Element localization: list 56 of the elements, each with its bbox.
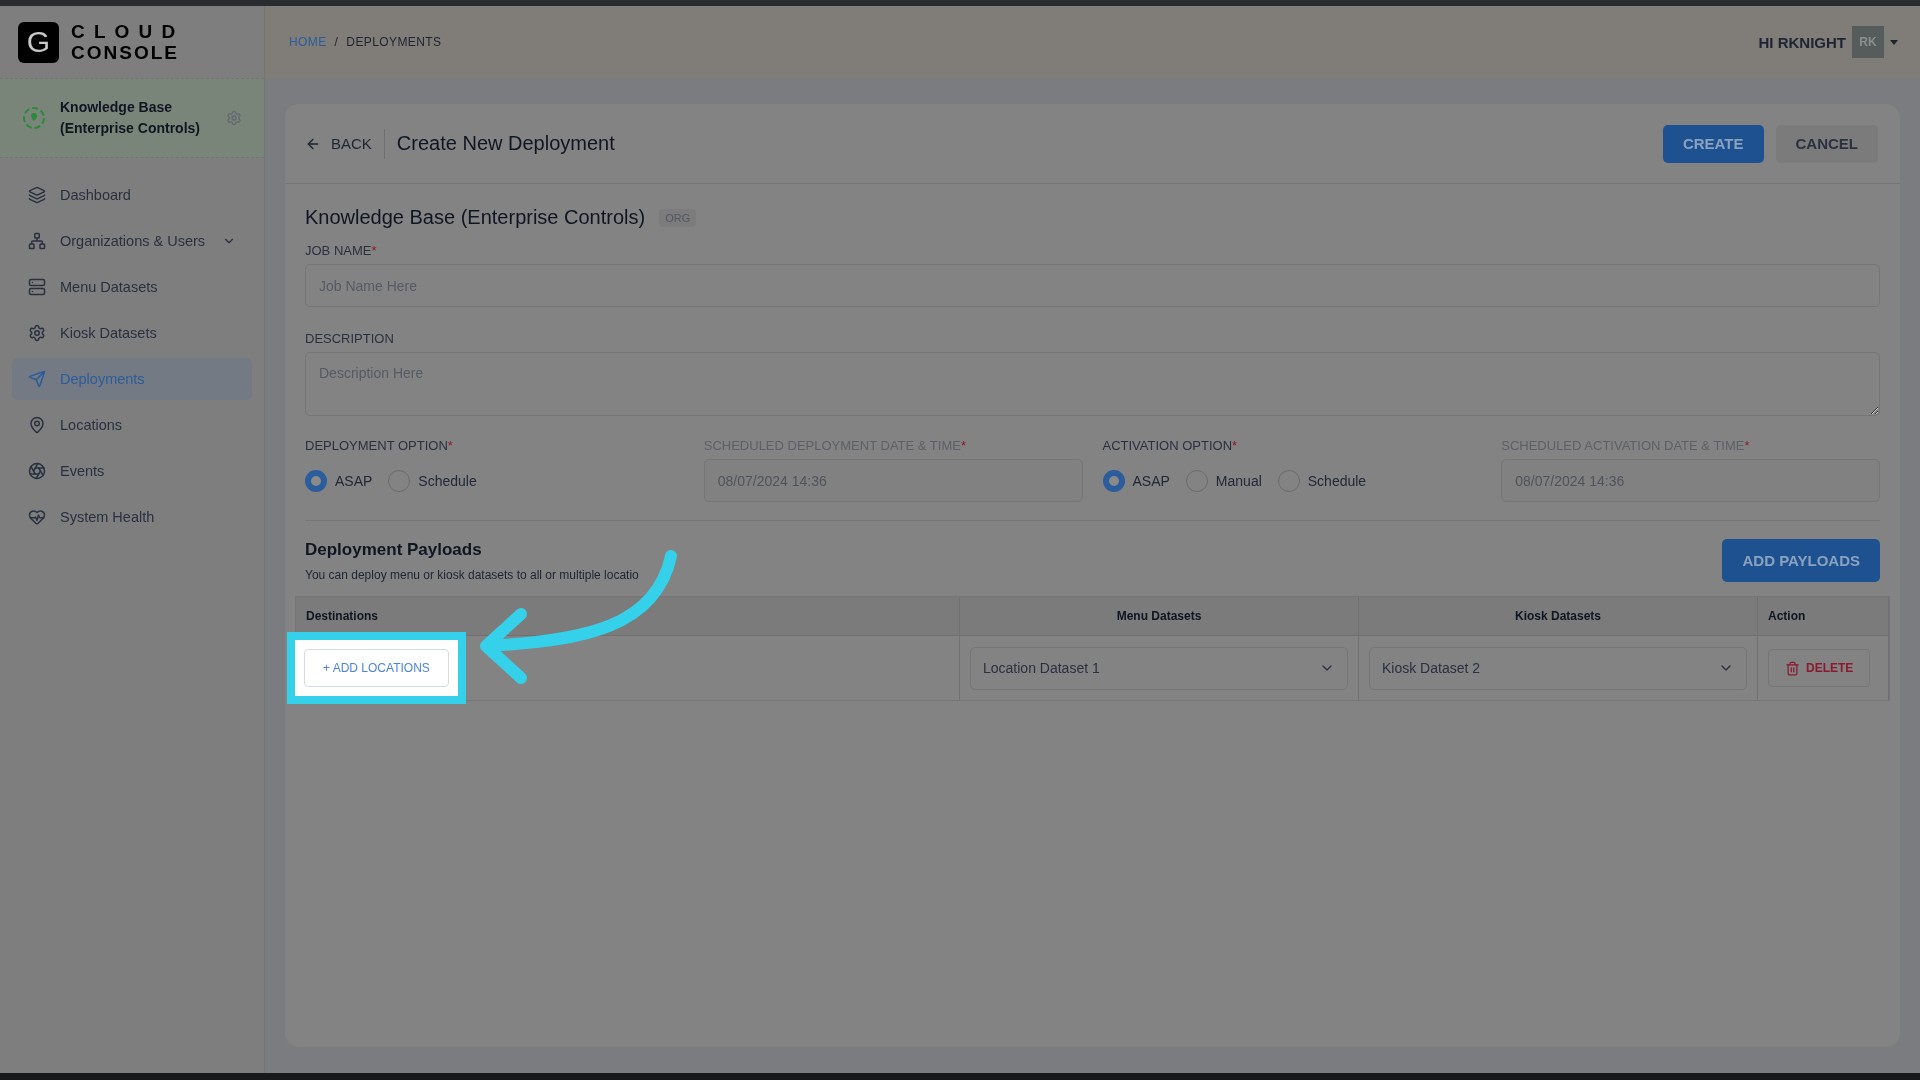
radio-option[interactable]: Manual: [1185, 469, 1262, 492]
sidebar-item[interactable]: Dashboard: [12, 174, 252, 216]
field-label: DEPLOYMENT OPTION*: [305, 438, 454, 453]
aperture-icon: [28, 462, 46, 480]
radio-option[interactable]: ASAP: [1102, 469, 1170, 492]
back-link[interactable]: BACK: [305, 128, 385, 159]
column-header: Destinations: [296, 597, 960, 636]
location-pin-icon: [22, 106, 46, 130]
required-mark: *: [1744, 438, 1750, 453]
field-label: DESCRIPTION: [305, 331, 395, 346]
menu-dataset-select[interactable]: Location Dataset 1: [970, 646, 1348, 690]
column-header: Menu Datasets: [960, 597, 1359, 636]
paper-plane-icon: [28, 370, 46, 388]
radio-option[interactable]: Schedule: [388, 469, 477, 492]
sidebar-item[interactable]: Events: [12, 450, 252, 492]
add-payloads-button[interactable]: ADD PAYLOADS: [1722, 539, 1880, 582]
page-title: Create New Deployment: [396, 132, 616, 155]
field-label: JOB NAME*: [305, 243, 378, 258]
column-header: Action: [1758, 597, 1889, 636]
radio-option[interactable]: ASAP: [305, 469, 373, 492]
map-pin-icon: [28, 416, 46, 434]
sidebar-item[interactable]: Locations: [12, 404, 252, 446]
server-icon: [28, 278, 46, 296]
user-greeting: HI RKNIGHT: [1758, 33, 1846, 51]
required-mark: *: [371, 243, 377, 258]
sidebar-item[interactable]: Organizations & Users: [12, 220, 252, 262]
heart-pulse-icon: [28, 508, 46, 526]
section-description: You can deploy menu or kiosk datasets to all or multiple locatio: [305, 568, 639, 582]
gear-icon: [28, 324, 46, 342]
layers-icon: [28, 186, 46, 204]
org-title: Knowledge Base (Enterprise Controls): [305, 206, 646, 229]
logo-text: C L O U D: [71, 21, 179, 42]
field-label: ACTIVATION OPTION*: [1102, 438, 1239, 453]
radio-option[interactable]: Schedule: [1277, 469, 1367, 492]
create-button[interactable]: CREATE: [1662, 124, 1764, 163]
sidebar-item[interactable]: Menu Datasets: [12, 266, 252, 308]
column-header: Kiosk Datasets: [1359, 597, 1758, 636]
sidebar-item[interactable]: System Health: [12, 496, 252, 538]
required-mark: *: [447, 438, 453, 453]
logo-mark: G: [18, 21, 59, 63]
required-mark: *: [960, 438, 966, 453]
delete-button[interactable]: DELETE: [1768, 649, 1871, 687]
kiosk-dataset-select[interactable]: Kiosk Dataset 2: [1369, 646, 1747, 690]
add-locations-button[interactable]: + ADD LOCATIONS: [304, 649, 449, 687]
org-switcher[interactable]: Knowledge Base (Enterprise Controls): [0, 78, 264, 158]
hierarchy-icon: [28, 232, 46, 250]
cancel-button[interactable]: CANCEL: [1775, 124, 1878, 163]
section-title: Deployment Payloads: [305, 540, 483, 560]
sidebar-item[interactable]: Kiosk Datasets: [12, 312, 252, 354]
trash-icon: [1785, 660, 1800, 676]
caret-icon[interactable]: [1890, 39, 1898, 45]
required-mark: *: [1232, 438, 1238, 453]
breadcrumb-separator: /: [334, 35, 339, 49]
org-name: Knowledge Base (Enterprise Controls): [60, 98, 201, 138]
logo-text: CONSOLE: [71, 42, 179, 63]
breadcrumb-current: DEPLOYMENTS: [346, 35, 442, 49]
